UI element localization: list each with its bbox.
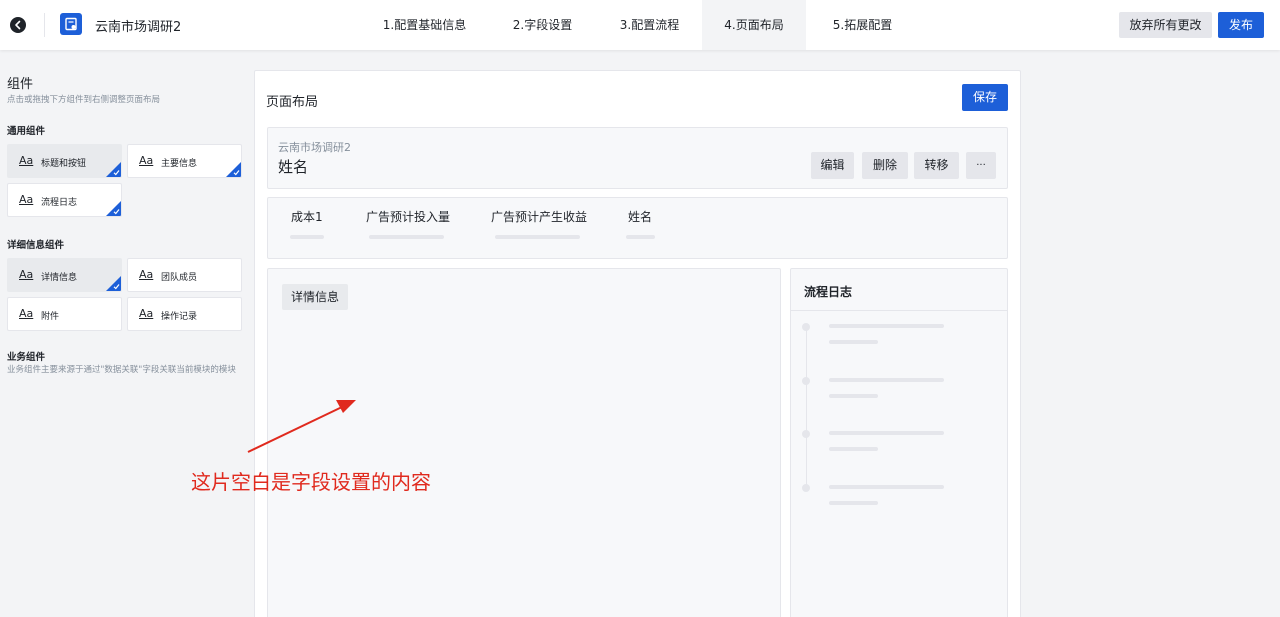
business-components-heading: 业务组件 [7,352,46,363]
page-title: 页面布局 [266,95,319,110]
timeline-dot [802,323,810,331]
divider [44,13,45,37]
placeholder-bar [626,235,655,239]
components-hint: 点击或拖拽下方组件到右侧调整页面布局 [7,95,161,105]
step-basic-info[interactable]: 1.配置基础信息 [373,0,476,50]
placeholder-bar [829,485,944,489]
component-label: 团队成员 [161,273,198,283]
text-component-icon: Aa [139,154,154,167]
components-title: 组件 [7,77,34,92]
edit-button[interactable]: 编辑 [811,152,854,179]
publish-button[interactable]: 发布 [1218,12,1264,38]
step-page-layout[interactable]: 4.页面布局 [702,0,806,50]
timeline-dot [802,377,810,385]
save-button[interactable]: 保存 [962,84,1008,111]
placeholder-bar [829,324,944,328]
step-configure-flow[interactable]: 3.配置流程 [607,0,692,50]
process-log-title: 流程日志 [804,285,853,299]
process-log-card[interactable] [790,268,1008,617]
placeholder-bar [369,235,444,239]
component-team-members[interactable]: Aa 团队成员 [127,258,242,292]
component-label: 附件 [41,312,60,322]
header-title: 姓名 [278,158,309,176]
back-arrow-icon[interactable] [10,17,26,33]
step-field-settings[interactable]: 2.字段设置 [500,0,585,50]
timeline-dot [802,484,810,492]
placeholder-bar [829,447,878,451]
text-component-icon: Aa [139,307,154,320]
summary-field-label: 广告预计产生收益 [491,210,588,224]
component-title-buttons[interactable]: Aa 标题和按钮 [7,144,122,178]
component-process-log[interactable]: Aa 流程日志 [7,183,122,217]
discard-changes-button[interactable]: 放弃所有更改 [1119,12,1212,38]
component-label: 操作记录 [161,312,198,322]
component-attachments[interactable]: Aa 附件 [7,297,122,331]
detail-info-tag: 详情信息 [282,284,348,310]
text-component-icon: Aa [19,154,34,167]
check-icon [113,284,120,290]
text-component-icon: Aa [19,268,34,281]
placeholder-bar [290,235,324,239]
timeline-dot [802,430,810,438]
component-label: 流程日志 [41,198,78,208]
component-detail-info[interactable]: Aa 详情信息 [7,258,122,292]
component-label: 主要信息 [161,159,198,169]
business-components-description: 业务组件主要来源于通过"数据关联"字段关联当前模块的模块 [7,365,236,375]
check-icon [113,170,120,176]
component-main-info[interactable]: Aa 主要信息 [127,144,242,178]
divider [791,310,1007,311]
text-component-icon: Aa [19,193,34,206]
transfer-button[interactable]: 转移 [914,152,959,179]
component-operation-log[interactable]: Aa 操作记录 [127,297,242,331]
text-component-icon: Aa [19,307,34,320]
placeholder-bar [829,394,878,398]
timeline-line [806,330,807,490]
app-title: 云南市场调研2 [95,20,182,35]
more-button[interactable]: ··· [966,152,996,179]
placeholder-bar [829,431,944,435]
summary-field-label: 广告预计投入量 [366,210,451,224]
text-component-icon: Aa [139,268,154,281]
delete-button[interactable]: 删除 [862,152,908,179]
annotation-text: 这片空白是字段设置的内容 [191,470,431,494]
detail-info-card[interactable] [267,268,781,617]
placeholder-bar [829,340,878,344]
detail-components-heading: 详细信息组件 [7,240,65,251]
placeholder-bar [495,235,580,239]
summary-field-label: 姓名 [628,210,653,224]
step-extension[interactable]: 5.拓展配置 [820,0,905,50]
header-subtitle: 云南市场调研2 [278,141,351,154]
main-info-card[interactable] [267,197,1008,259]
summary-field-label: 成本1 [291,210,323,224]
placeholder-bar [829,378,944,382]
component-label: 详情信息 [41,273,78,283]
top-bar: 云南市场调研2 1.配置基础信息 2.字段设置 3.配置流程 4.页面布局 5.… [0,0,1280,50]
component-label: 标题和按钮 [41,159,87,169]
app-form-icon [60,13,82,35]
general-components-heading: 通用组件 [7,126,46,137]
check-icon [113,209,120,215]
placeholder-bar [829,501,878,505]
check-icon [233,170,240,176]
